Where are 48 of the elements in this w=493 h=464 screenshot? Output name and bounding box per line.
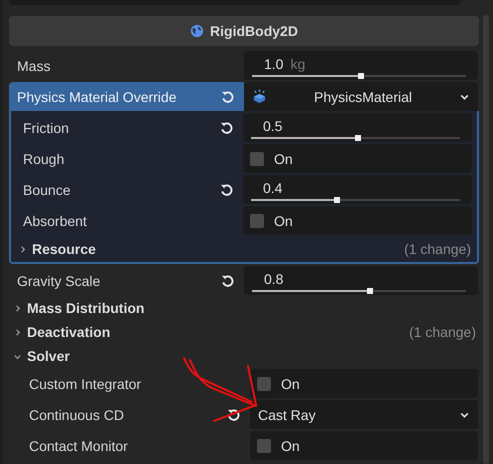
property-label: Continuous CD [29,406,124,422]
slider-field[interactable]: 0.5 [243,113,472,142]
property-label: Physics Material Override [17,88,176,104]
material-icon [252,89,267,104]
property-label: Gravity Scale [17,272,100,288]
revert-icon[interactable] [226,407,241,422]
unit-label: kg [290,56,306,72]
property-label: Mass [17,58,50,74]
checkbox[interactable] [257,438,271,452]
slider-field[interactable]: 1.0 kg [244,51,478,80]
resource-picker[interactable]: PhysicsMaterial [244,82,478,111]
checkbox-label: On [281,438,300,454]
checkbox-field[interactable]: On [250,369,478,398]
revert-icon[interactable] [219,182,234,197]
property-label: Bounce [23,182,70,198]
property-label: Contact Monitor [29,438,128,454]
value-text: 0.8 [264,271,284,287]
value-text: 0.4 [262,180,284,196]
checkbox[interactable] [250,152,264,166]
property-label: Custom Integrator [29,376,142,392]
slider-handle[interactable] [358,73,364,79]
checkbox-label: On [281,376,300,392]
slider-handle[interactable] [354,135,361,141]
property-label: Rough [23,150,64,166]
section-header[interactable]: Resource (1 change) [14,237,474,261]
globe-icon [190,24,204,38]
checkbox-field[interactable]: On [243,206,472,235]
checkbox-label: On [274,150,293,166]
section-header[interactable]: Deactivation (1 change) [9,321,479,343]
class-title: RigidBody2D [210,23,298,39]
slider-field[interactable]: 0.8 [244,266,478,295]
slider-handle[interactable] [334,197,340,203]
value-text: 0.5 [262,118,284,134]
property-label: Absorbent [23,212,87,228]
checkbox[interactable] [250,214,264,228]
slider-handle[interactable] [366,288,373,294]
revert-icon[interactable] [220,273,235,288]
slider-field[interactable]: 0.4 [243,175,472,204]
section-header[interactable]: Mass Distribution [9,297,479,319]
property-label: Friction [23,120,69,136]
checkbox-field[interactable]: On [243,144,472,173]
section-header[interactable]: Solver [9,345,479,367]
checkbox[interactable] [257,376,271,390]
dropdown[interactable]: Cast Ray [250,400,478,429]
revert-icon[interactable] [219,120,234,135]
checkbox-field[interactable]: On [250,431,478,460]
value-text: 1.0 [264,56,284,72]
checkbox-label: On [274,212,293,228]
